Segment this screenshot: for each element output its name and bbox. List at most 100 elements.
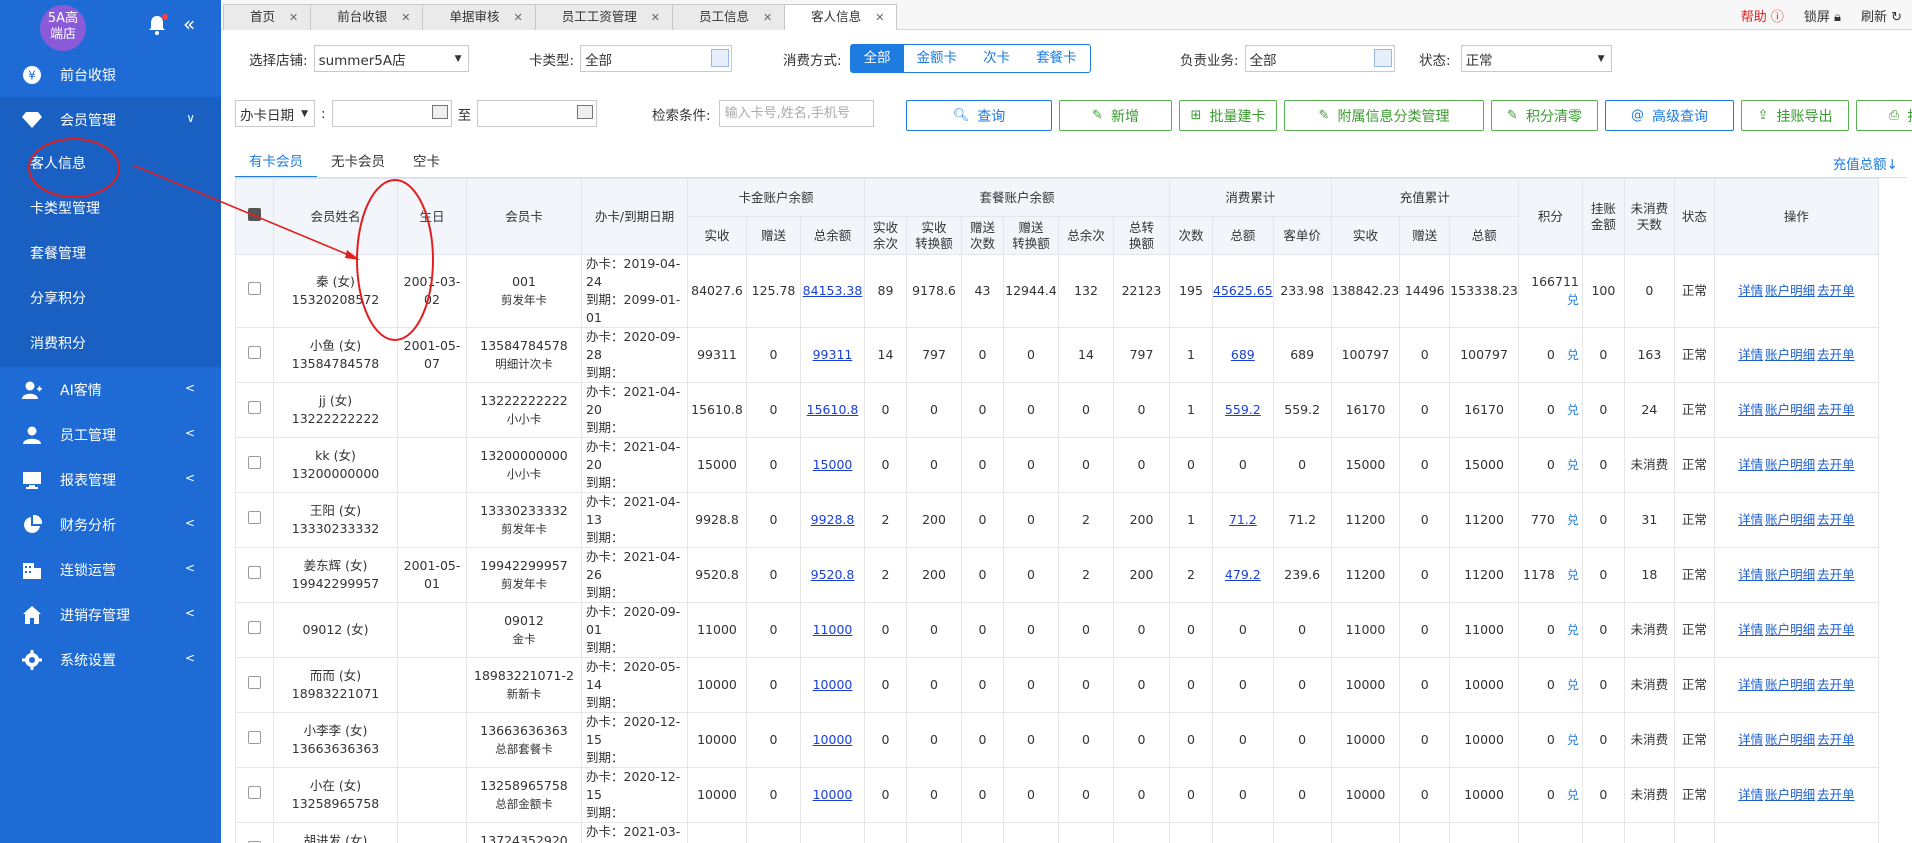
account-detail-link[interactable]: 账户明细 <box>1765 283 1815 298</box>
create-order-link[interactable]: 去开单 <box>1817 347 1855 362</box>
create-order-link[interactable]: 去开单 <box>1817 787 1855 802</box>
account-detail-link[interactable]: 账户明细 <box>1765 622 1815 637</box>
help-link[interactable]: 帮助 ⓘ <box>1741 6 1784 25</box>
subtab-no-card-members[interactable]: 无卡会员 <box>317 150 399 178</box>
paytype-all[interactable]: 全部 <box>850 45 904 72</box>
sidebar-subitem-share-points[interactable]: 分享积分 <box>0 277 221 322</box>
sidebar-subitem-customer-info[interactable]: 客人信息 <box>0 142 221 187</box>
exchange-link[interactable]: 兑 <box>1567 733 1579 747</box>
close-icon[interactable]: ✕ <box>651 11 660 24</box>
account-detail-link[interactable]: 账户明细 <box>1765 347 1815 362</box>
export-debt-button[interactable]: ⇪ 挂账导出 <box>1741 100 1849 131</box>
cb_total-value[interactable]: 84153.38 <box>803 283 863 298</box>
paytype-amount-card[interactable]: 金额卡 <box>904 45 971 72</box>
account-detail-link[interactable]: 账户明细 <box>1765 457 1815 472</box>
close-icon[interactable]: ✕ <box>401 11 410 24</box>
picker-icon[interactable] <box>1373 49 1392 67</box>
exchange-link[interactable]: 兑 <box>1567 568 1579 582</box>
sidebar-subitem-consume-points[interactable]: 消费积分 <box>0 322 221 367</box>
date-start-input[interactable] <box>331 100 452 127</box>
account-detail-link[interactable]: 账户明细 <box>1765 787 1815 802</box>
details-link[interactable]: 详情 <box>1738 622 1763 637</box>
exchange-link[interactable]: 兑 <box>1567 623 1579 637</box>
search-input[interactable]: 输入卡号,姓名,手机号 <box>718 100 874 127</box>
row-checkbox[interactable] <box>248 456 261 469</box>
advanced-query-button[interactable]: @ 高级查询 <box>1605 100 1734 131</box>
tab-customer-info[interactable]: 客人信息 ✕ <box>784 4 898 30</box>
row-checkbox[interactable] <box>248 621 261 634</box>
details-link[interactable]: 详情 <box>1738 347 1763 362</box>
sidebar-item-reports[interactable]: 报表管理 < <box>0 457 221 502</box>
close-icon[interactable]: ✕ <box>513 11 522 24</box>
cb_total-value[interactable]: 15610.8 <box>807 402 859 417</box>
exchange-link[interactable]: 兑 <box>1567 678 1579 692</box>
sidebar-item-staff[interactable]: 员工管理 < <box>0 412 221 457</box>
row-checkbox[interactable] <box>248 511 261 524</box>
create-order-link[interactable]: 去开单 <box>1817 457 1855 472</box>
exchange-link[interactable]: 兑 <box>1567 293 1579 307</box>
ct2-value[interactable]: 479.2 <box>1225 567 1261 582</box>
details-link[interactable]: 详情 <box>1738 567 1763 582</box>
row-checkbox[interactable] <box>248 282 261 295</box>
date-type-select[interactable]: 办卡日期 ▼ <box>235 100 315 127</box>
print-button[interactable]: ⎙ 打印 <box>1856 100 1912 131</box>
tab-home[interactable]: 首页 ✕ <box>223 4 312 30</box>
cb_total-value[interactable]: 15000 <box>813 457 853 472</box>
subtab-empty-cards[interactable]: 空卡 <box>399 150 454 178</box>
account-detail-link[interactable]: 账户明细 <box>1765 567 1815 582</box>
details-link[interactable]: 详情 <box>1738 512 1763 527</box>
cb_total-value[interactable]: 11000 <box>813 622 853 637</box>
query-button[interactable]: 🔍︎ 查询 <box>906 100 1052 131</box>
create-order-link[interactable]: 去开单 <box>1817 732 1855 747</box>
sidebar-item-cashier[interactable]: ¥ 前台收银 <box>0 52 221 97</box>
clear-points-button[interactable]: ✎ 积分清零 <box>1491 100 1598 131</box>
ct2-value[interactable]: 45625.65 <box>1213 283 1273 298</box>
sidebar-item-ai[interactable]: AI客情 < <box>0 367 221 412</box>
create-order-link[interactable]: 去开单 <box>1817 512 1855 527</box>
sidebar-subitem-card-types[interactable]: 卡类型管理 <box>0 187 221 232</box>
sidebar-item-settings[interactable]: 系统设置 < <box>0 637 221 682</box>
tab-cashier[interactable]: 前台收银 ✕ <box>310 4 424 30</box>
create-order-link[interactable]: 去开单 <box>1817 622 1855 637</box>
sidebar-subitem-packages[interactable]: 套餐管理 <box>0 232 221 277</box>
status-select[interactable]: 正常 ▼ <box>1460 45 1612 72</box>
add-button[interactable]: ✎ 新增 <box>1059 100 1172 131</box>
create-order-link[interactable]: 去开单 <box>1817 567 1855 582</box>
paytype-times-card[interactable]: 次卡 <box>970 45 1023 72</box>
select-all-checkbox[interactable] <box>248 208 261 221</box>
date-end-input[interactable] <box>477 100 598 127</box>
details-link[interactable]: 详情 <box>1738 402 1763 417</box>
tab-audit[interactable]: 单据审核 ✕ <box>422 4 536 30</box>
calendar-icon[interactable] <box>577 105 594 119</box>
cardtype-select[interactable]: 全部 <box>580 45 733 72</box>
details-link[interactable]: 详情 <box>1738 732 1763 747</box>
account-detail-link[interactable]: 账户明细 <box>1765 677 1815 692</box>
row-checkbox[interactable] <box>248 731 261 744</box>
exchange-link[interactable]: 兑 <box>1567 513 1579 527</box>
row-checkbox[interactable] <box>248 401 261 414</box>
close-icon[interactable]: ✕ <box>289 11 298 24</box>
details-link[interactable]: 详情 <box>1738 677 1763 692</box>
close-icon[interactable]: ✕ <box>875 11 884 24</box>
store-select[interactable]: summer5A店 ▼ <box>313 45 469 72</box>
ct2-value[interactable]: 559.2 <box>1225 402 1261 417</box>
cb_total-value[interactable]: 9520.8 <box>811 567 855 582</box>
lock-screen-button[interactable]: 锁屏 🔒︎ <box>1804 6 1841 25</box>
exchange-link[interactable]: 兑 <box>1567 348 1579 362</box>
sidebar-item-finance[interactable]: 财务分析 < <box>0 502 221 547</box>
sidebar-item-member[interactable]: 会员管理 ∨ <box>0 97 221 142</box>
details-link[interactable]: 详情 <box>1738 457 1763 472</box>
exchange-link[interactable]: 兑 <box>1567 788 1579 802</box>
resp-select[interactable]: 全部 <box>1244 45 1395 72</box>
batch-create-button[interactable]: ⊞ 批量建卡 <box>1179 100 1277 131</box>
tab-salary[interactable]: 员工工资管理 ✕ <box>534 4 673 30</box>
details-link[interactable]: 详情 <box>1738 283 1763 298</box>
account-detail-link[interactable]: 账户明细 <box>1765 512 1815 527</box>
ct2-value[interactable]: 689 <box>1231 347 1255 362</box>
calendar-icon[interactable] <box>431 105 448 119</box>
cb_total-value[interactable]: 99311 <box>813 347 853 362</box>
paytype-package-card[interactable]: 套餐卡 <box>1023 45 1090 72</box>
attached-info-button[interactable]: ✎ 附属信息分类管理 <box>1284 100 1484 131</box>
cb_total-value[interactable]: 10000 <box>813 732 853 747</box>
row-checkbox[interactable] <box>248 786 261 799</box>
